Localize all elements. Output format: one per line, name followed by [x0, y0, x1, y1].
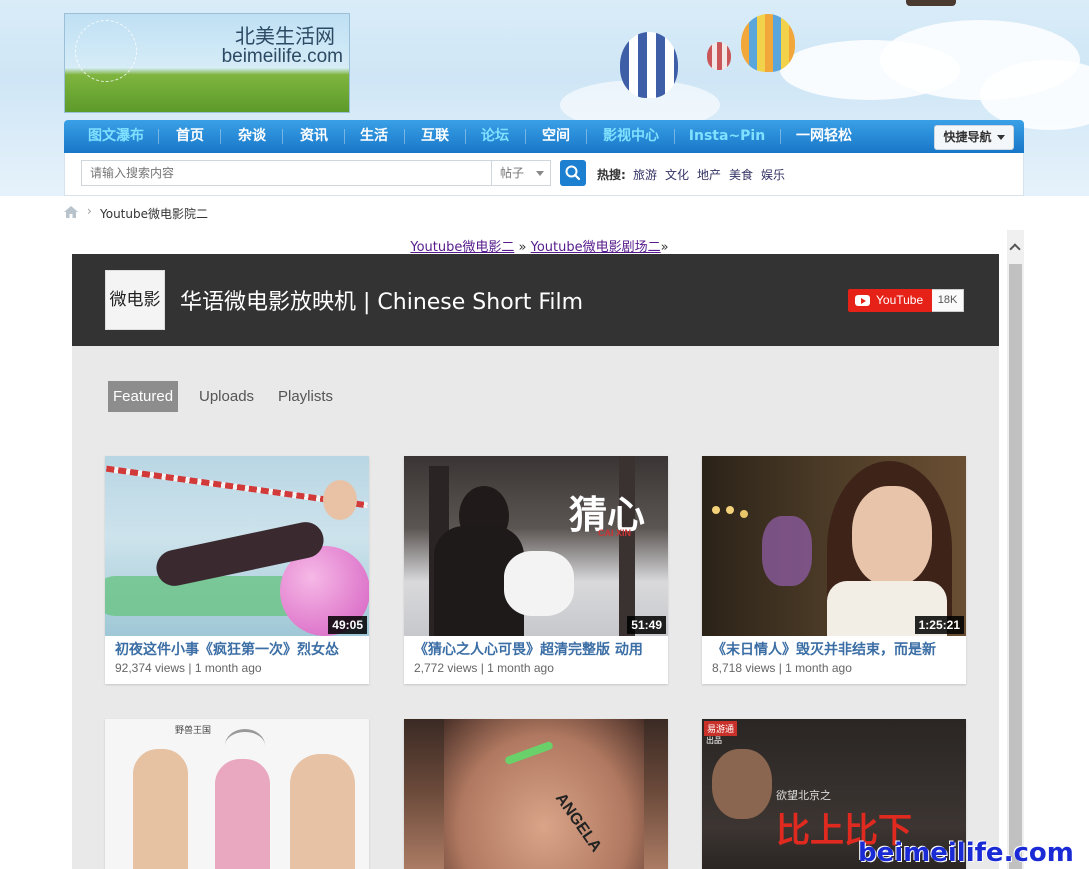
nav-divider — [158, 129, 159, 144]
tab-featured[interactable]: Featured — [108, 381, 179, 412]
tab-uploads[interactable]: Uploads — [194, 381, 259, 412]
nav-item-news[interactable]: 资讯 — [288, 120, 340, 153]
frame-links: Youtube微电影二 » Youtube微电影剧场二» — [72, 236, 1007, 255]
site-watermark: beimeilife.com — [858, 838, 1074, 868]
video-card[interactable]: 野兽王国 — [105, 719, 369, 869]
hot-search-travel[interactable]: 旅游 — [633, 166, 657, 183]
video-meta: 2,772 views | 1 month ago — [414, 661, 554, 675]
scroll-up-arrow-icon[interactable] — [1007, 230, 1024, 264]
subscriber-count: 18K — [932, 289, 964, 312]
balloon-decoration — [620, 32, 678, 98]
search-input[interactable] — [81, 160, 491, 186]
quick-nav-dropdown[interactable]: 快捷导航 — [934, 125, 1014, 150]
video-title[interactable]: 《末日情人》毁灭并非结束，而是新 — [712, 639, 960, 659]
hot-search-culture[interactable]: 文化 — [665, 166, 689, 183]
video-title[interactable]: 初夜这件小事《疯狂第一次》烈女怂 — [115, 639, 363, 659]
channel-header: 微电影 华语微电影放映机 | Chinese Short Film YouTub… — [72, 254, 999, 346]
nav-divider — [586, 129, 587, 144]
video-card[interactable]: 猜心 CAI XIN 51:49 《猜心之人心可畏》超清完整版 动用 2,772… — [404, 456, 668, 684]
hot-search-food[interactable]: 美食 — [729, 166, 753, 183]
nav-divider — [344, 129, 345, 144]
search-scope-value: 帖子 — [500, 166, 525, 180]
search-bar: 帖子 热搜: 旅游 文化 地产 美食 娱乐 — [64, 153, 1024, 196]
logo-domain: beimeilife.com — [221, 46, 343, 67]
video-duration: 1:25:21 — [914, 616, 964, 634]
thumbnail-subtitle-text: CAI XIN — [598, 528, 632, 538]
search-button[interactable] — [560, 160, 586, 186]
chevron-down-icon — [536, 171, 545, 176]
hot-search-realestate[interactable]: 地产 — [697, 166, 721, 183]
embedded-channel-frame: Youtube微电影二 » Youtube微电影剧场二» 微电影 华语微电影放映… — [72, 228, 1024, 869]
hot-search-entertainment[interactable]: 娱乐 — [761, 166, 785, 183]
hot-search-label: 热搜: — [597, 168, 626, 182]
video-card[interactable]: ANGELA — [404, 719, 668, 869]
nav-divider — [465, 129, 466, 144]
nav-divider — [525, 129, 526, 144]
nav-divider — [780, 129, 781, 144]
frame-scrollbar[interactable] — [1007, 230, 1024, 869]
nav-divider — [282, 129, 283, 144]
link-youtube-micro-film-2[interactable]: Youtube微电影二 — [410, 240, 514, 255]
link-separator: » — [518, 240, 527, 255]
nav-item-video-center[interactable]: 影视中心 — [594, 120, 668, 153]
video-thumbnail[interactable]: 49:05 — [105, 456, 369, 636]
link-youtube-micro-film-theater-2[interactable]: Youtube微电影剧场二 — [531, 240, 661, 255]
nav-item-waterfall[interactable]: 图文瀑布 — [76, 120, 156, 153]
producer-label: 出品 — [706, 736, 722, 745]
home-icon[interactable] — [64, 206, 78, 218]
video-thumbnail[interactable]: 野兽王国 — [105, 719, 369, 869]
thumbnail-caption-text: 野兽王国 — [175, 725, 212, 735]
video-thumbnail[interactable]: 猜心 CAI XIN 51:49 — [404, 456, 668, 636]
search-scope-select[interactable]: 帖子 — [491, 160, 551, 186]
nav-item-forum[interactable]: 论坛 — [469, 120, 521, 153]
video-duration: 51:49 — [627, 616, 666, 634]
nav-item-easy[interactable]: 一网轻松 — [788, 120, 860, 153]
youtube-subscribe-label: YouTube — [876, 293, 924, 307]
nav-divider — [674, 129, 675, 144]
nav-item-space[interactable]: 空间 — [530, 120, 582, 153]
nav-item-instapin[interactable]: Insta~Pin — [682, 120, 772, 153]
breadcrumb-separator: › — [87, 204, 92, 218]
nav-item-home[interactable]: 首页 — [164, 120, 216, 153]
dandelion-icon — [75, 20, 137, 82]
video-title[interactable]: 《猜心之人心可畏》超清完整版 动用 — [414, 639, 662, 659]
search-icon — [565, 165, 581, 181]
tab-playlists[interactable]: Playlists — [273, 381, 338, 412]
link-separator: » — [660, 240, 669, 255]
logo-chinese-name: 北美生活网 — [235, 24, 335, 48]
quick-nav-label: 快捷导航 — [943, 130, 992, 144]
main-nav: 图文瀑布 首页 杂谈 资讯 生活 互联 论坛 空间 影视中心 Insta~Pin… — [64, 120, 1024, 153]
video-card[interactable]: 1:25:21 《末日情人》毁灭并非结束，而是新 8,718 views | 1… — [702, 456, 966, 684]
channel-title[interactable]: 华语微电影放映机 | Chinese Short Film — [180, 284, 583, 316]
video-thumbnail[interactable]: 1:25:21 — [702, 456, 966, 636]
balloon-decoration — [741, 14, 795, 72]
youtube-play-icon — [855, 295, 870, 306]
youtube-subscribe-button[interactable]: YouTube — [848, 289, 932, 312]
nav-divider — [220, 129, 221, 144]
breadcrumb-current: Youtube微电影院二 — [100, 207, 208, 221]
producer-badge: 易游通 — [704, 721, 738, 736]
nav-item-internet[interactable]: 互联 — [409, 120, 461, 153]
video-meta: 92,374 views | 1 month ago — [115, 661, 262, 675]
avatar[interactable] — [906, 0, 956, 6]
nav-item-chat[interactable]: 杂谈 — [226, 120, 278, 153]
chevron-down-icon — [996, 135, 1005, 140]
balloon-decoration — [707, 42, 731, 70]
video-thumbnail[interactable]: ANGELA — [404, 719, 668, 869]
video-card[interactable]: 49:05 初夜这件小事《疯狂第一次》烈女怂 92,374 views | 1 … — [105, 456, 369, 684]
nav-divider — [404, 129, 405, 144]
thumbnail-top-text: 欲望北京之 — [776, 790, 831, 802]
channel-avatar[interactable]: 微电影 — [105, 270, 165, 330]
site-logo[interactable]: 北美生活网 beimeilife.com — [64, 13, 350, 113]
nav-item-life[interactable]: 生活 — [348, 120, 400, 153]
video-meta: 8,718 views | 1 month ago — [712, 661, 852, 675]
video-duration: 49:05 — [328, 616, 367, 634]
scrollbar-thumb[interactable] — [1009, 264, 1022, 869]
